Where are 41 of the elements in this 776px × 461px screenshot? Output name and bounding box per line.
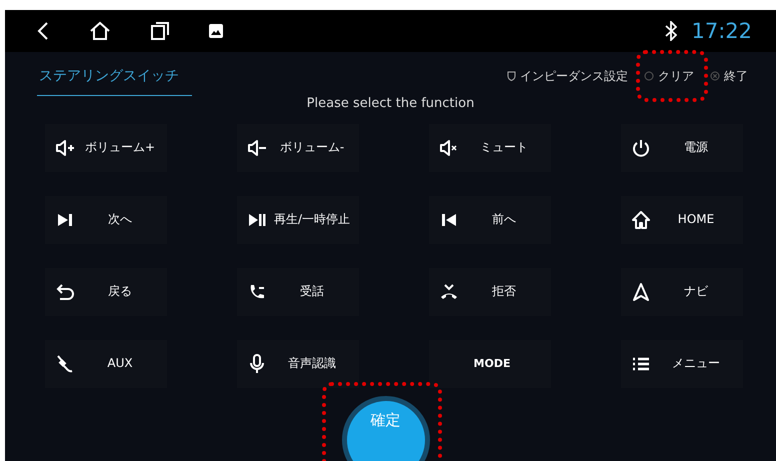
- clock-time: 17:22: [691, 19, 752, 43]
- function-button[interactable]: MODE: [429, 340, 551, 388]
- instruction-text: Please select the function: [306, 96, 476, 111]
- circle-icon: [644, 71, 654, 81]
- function-button[interactable]: ナビ: [621, 268, 743, 316]
- header-action[interactable]: クリア: [642, 66, 696, 86]
- power-icon: [631, 138, 651, 158]
- function-button[interactable]: 再生/一時停止: [237, 196, 359, 244]
- annotation-highlight: [636, 50, 708, 102]
- header-action[interactable]: 終了: [708, 66, 750, 86]
- recent-apps-icon[interactable]: [151, 22, 169, 40]
- function-button[interactable]: 拒否: [429, 268, 551, 316]
- hang-up-icon: [439, 282, 459, 302]
- function-button[interactable]: AUX: [45, 340, 167, 388]
- header-action[interactable]: インピーダンス設定: [505, 66, 630, 86]
- shield-icon: [507, 71, 516, 81]
- speaker-minus-icon: [247, 138, 267, 158]
- function-button[interactable]: ミュート: [429, 124, 551, 172]
- navigation-arrow-icon: [631, 282, 651, 302]
- function-button[interactable]: 受話: [237, 268, 359, 316]
- back-arrow-icon: [55, 282, 75, 302]
- function-button[interactable]: ボリューム+: [45, 124, 167, 172]
- close-circle-icon: [710, 71, 720, 81]
- image-icon[interactable]: [209, 24, 223, 38]
- function-button[interactable]: HOME: [621, 196, 743, 244]
- tab[interactable]: ステアリングスイッチ: [37, 56, 192, 96]
- back-icon[interactable]: [37, 21, 49, 41]
- function-button[interactable]: 前へ: [429, 196, 551, 244]
- microphone-icon: [247, 354, 267, 374]
- function-button[interactable]: 戻る: [45, 268, 167, 316]
- bluetooth-icon: [665, 21, 678, 41]
- function-button[interactable]: 電源: [621, 124, 743, 172]
- function-button[interactable]: 次へ: [45, 196, 167, 244]
- function-button[interactable]: ボリューム-: [237, 124, 359, 172]
- home-icon[interactable]: [89, 21, 111, 41]
- function-button[interactable]: メニュー: [621, 340, 743, 388]
- function-button[interactable]: 音声認識: [237, 340, 359, 388]
- plug-icon: [55, 354, 75, 374]
- speaker-mute-icon: [439, 138, 459, 158]
- home-icon: [631, 210, 651, 230]
- speaker-plus-icon: [55, 138, 75, 158]
